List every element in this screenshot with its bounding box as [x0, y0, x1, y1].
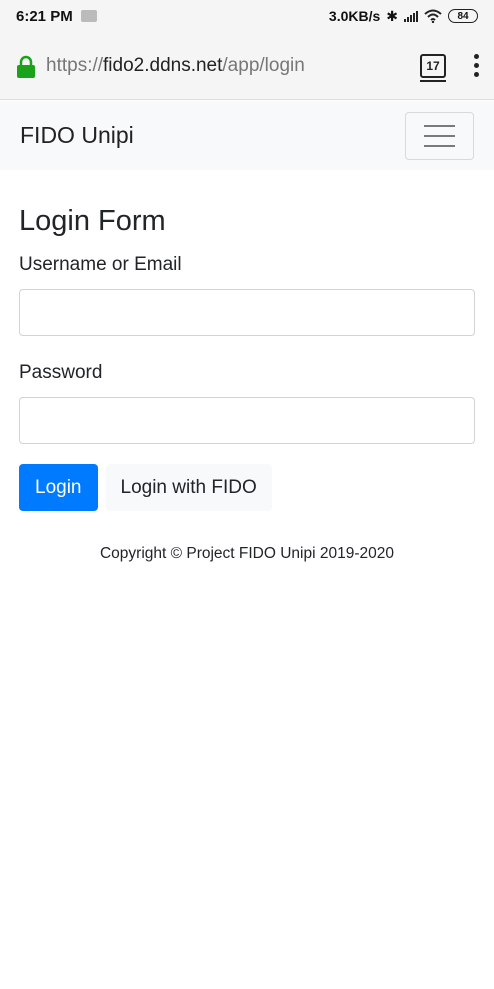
lock-icon[interactable]	[16, 53, 38, 79]
username-label: Username or Email	[19, 254, 182, 275]
navbar: FIDO Unipi	[0, 101, 494, 170]
username-input[interactable]	[19, 289, 475, 336]
address-bar[interactable]: https://fido2.ddns.net/app/login 17	[0, 32, 494, 100]
bluetooth-icon: ✱	[386, 7, 398, 24]
menu-dot	[473, 63, 479, 68]
status-left: 6:21 PM	[16, 8, 97, 25]
footer-copyright: Copyright © Project FIDO Unipi 2019-2020	[99, 545, 394, 562]
login-with-fido-button[interactable]: Login with FIDO	[105, 464, 272, 511]
battery-icon: 84	[448, 9, 478, 23]
hamburger-bar	[424, 134, 455, 137]
url-field[interactable]: https://fido2.ddns.net/app/login	[46, 55, 420, 77]
password-label: Password	[19, 362, 103, 383]
status-bar: 6:21 PM 3.0KB/s ✱ 84	[0, 0, 494, 32]
browser-menu-button[interactable]	[472, 54, 480, 77]
login-button[interactable]: Login	[19, 464, 98, 511]
url-path: /app/login	[222, 54, 305, 76]
password-input[interactable]	[19, 397, 475, 444]
network-speed: 3.0KB/s	[328, 8, 381, 24]
navbar-toggler-button[interactable]	[405, 111, 474, 160]
tabs-button[interactable]: 17	[420, 53, 446, 82]
hamburger-bar	[424, 124, 455, 127]
menu-dot	[473, 54, 479, 59]
menu-dot	[473, 72, 479, 77]
form-buttons: Login Login with FIDO	[19, 464, 475, 511]
navbar-brand[interactable]: FIDO Unipi	[20, 122, 134, 149]
page-title: Login Form	[19, 205, 166, 237]
wifi-icon	[424, 9, 442, 23]
hamburger-bar	[424, 144, 455, 147]
status-right: 3.0KB/s ✱ 84	[329, 8, 478, 25]
notification-icon	[80, 10, 97, 22]
url-host: fido2.ddns.net	[103, 54, 223, 76]
status-time: 6:21 PM	[16, 7, 73, 25]
signal-icon	[404, 10, 418, 22]
url-scheme: https://	[46, 54, 104, 76]
login-form: Login Form Username or Email Password Lo…	[19, 170, 475, 511]
